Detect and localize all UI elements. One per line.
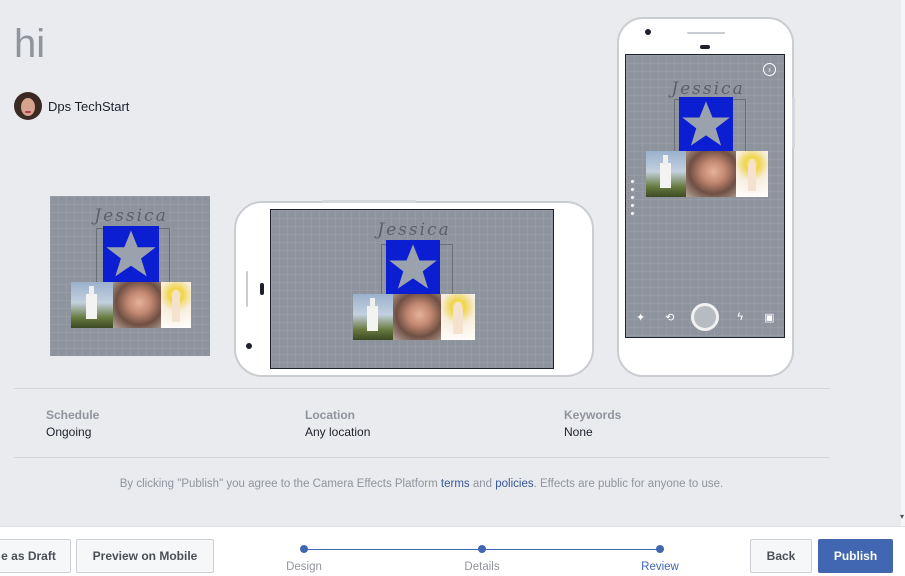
star-image (386, 240, 440, 294)
location-value: Any location (305, 425, 371, 439)
author-name: Dps TechStart (48, 98, 130, 114)
flash-icon[interactable]: ϟ (732, 311, 748, 323)
woman-photo (113, 282, 161, 328)
effects-tray-dots[interactable] (631, 180, 634, 215)
landscape-phone-preview: Jessica (234, 200, 594, 377)
publish-button[interactable]: Publish (818, 539, 893, 573)
star-icon (106, 230, 156, 277)
step-review[interactable]: Review (620, 561, 700, 573)
handwriting-text: Jessica (377, 220, 451, 240)
step-details[interactable]: Details (442, 561, 522, 573)
terms-text: and (469, 478, 496, 490)
step-design[interactable]: Design (264, 561, 344, 573)
camera-controls: ✦ ⟲ ϟ ▣ (626, 297, 784, 337)
scroll-down-arrow-icon[interactable]: ▾ (900, 512, 904, 521)
schedule: Schedule Ongoing (46, 408, 99, 439)
church-photo (646, 151, 686, 197)
schedule-label: Schedule (46, 408, 100, 422)
gallery-icon[interactable]: ▣ (761, 311, 777, 324)
avatar (14, 92, 42, 120)
star-image (679, 97, 733, 151)
landscape-screen: Jessica (270, 209, 554, 369)
effect-title: hi (14, 22, 46, 66)
scrollbar[interactable] (901, 0, 905, 526)
author[interactable]: Dps TechStart (14, 92, 129, 120)
divider (14, 388, 830, 389)
star-icon (389, 244, 437, 289)
shutter-button[interactable] (690, 303, 719, 331)
magic-wand-icon[interactable]: ✦ (633, 311, 649, 324)
terms-text: By clicking "Publish" you agree to the C… (119, 478, 441, 490)
church-photo (353, 294, 393, 340)
step-dot-review[interactable] (656, 545, 664, 553)
policies-link[interactable]: policies (495, 478, 533, 490)
jesus-photo (161, 282, 191, 328)
divider (14, 457, 830, 458)
portrait-screen: › Jessica ✦ ⟲ ϟ ▣ (625, 54, 785, 338)
save-draft-button[interactable]: e as Draft (0, 539, 71, 573)
square-preview: Jessica (50, 196, 210, 356)
effect-art: Jessica (70, 206, 192, 328)
back-button[interactable]: Back (750, 539, 812, 573)
terms-link[interactable]: terms (441, 478, 470, 490)
footer-bar: e as Draft Preview on Mobile Design Deta… (0, 526, 905, 576)
jesus-photo (736, 151, 768, 197)
location-label: Location (305, 408, 355, 422)
woman-photo (393, 294, 441, 340)
step-dot-details[interactable] (478, 545, 486, 553)
step-dot-design[interactable] (300, 545, 308, 553)
woman-photo (686, 151, 736, 197)
settings-icon[interactable]: › (763, 63, 776, 76)
terms-text: . Effects are public for anyone to use. (533, 478, 724, 490)
camera-flip-icon[interactable]: ⟲ (662, 311, 678, 324)
jesus-photo (441, 294, 475, 340)
portrait-phone-preview: › Jessica ✦ ⟲ ϟ ▣ (617, 17, 795, 377)
star-image (103, 226, 159, 282)
schedule-value: Ongoing (46, 425, 92, 439)
keywords: Keywords None (564, 408, 621, 439)
church-photo (71, 282, 113, 328)
preview-on-mobile-button[interactable]: Preview on Mobile (76, 539, 214, 573)
keywords-label: Keywords (564, 408, 622, 422)
terms-notice: By clicking "Publish" you agree to the C… (0, 478, 843, 490)
location: Location Any location (305, 408, 370, 439)
handwriting-text: Jessica (94, 206, 168, 226)
star-icon (682, 101, 730, 146)
handwriting-text: Jessica (671, 79, 745, 99)
keywords-value: None (564, 425, 593, 439)
